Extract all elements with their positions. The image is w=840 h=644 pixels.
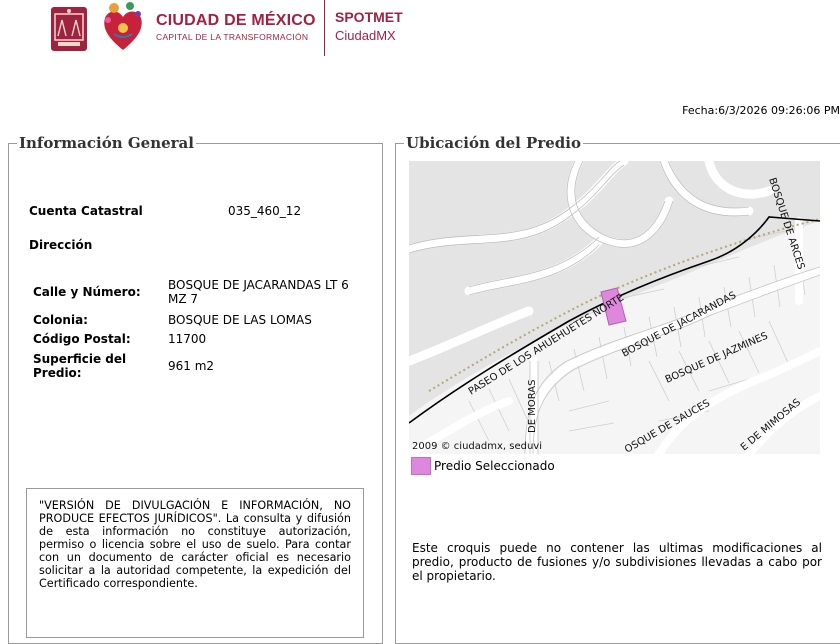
cp-label: Código Postal: <box>33 332 131 346</box>
report-date: Fecha:6/3/2026 09:26:06 PM <box>682 104 840 117</box>
map-canvas: BOSQUE DE ARCES PASEO DE LOS AHUEHUETES … <box>409 161 820 454</box>
street-moras: DE MORAS <box>527 380 538 433</box>
cdmx-seal-icon <box>51 7 87 51</box>
disclaimer-box: "VERSIÓN DE DIVULGACIÓN E INFORMACIÓN, N… <box>26 488 364 638</box>
superficie-label: Superficie del Predio: <box>33 352 127 380</box>
cp-value: 11700 <box>168 332 207 346</box>
colonia-value: BOSQUE DE LAS LOMAS <box>168 313 312 327</box>
croquis-note: Este croquis puede no contener las ultim… <box>412 541 822 583</box>
app-name: SPOTMET <box>335 9 403 25</box>
direccion-label: Dirección <box>29 238 93 252</box>
superficie-value: 961 m2 <box>168 359 215 373</box>
map-credit: 2009 © ciudadmx, seduvi <box>412 441 542 452</box>
cuenta-value: 035_460_12 <box>228 204 302 218</box>
brand-subtitle: CAPITAL DE LA TRANSFORMACIÓN <box>156 32 309 42</box>
location-map[interactable]: BOSQUE DE ARCES PASEO DE LOS AHUEHUETES … <box>409 161 820 454</box>
app-subname: CiudadMX <box>335 28 396 43</box>
colonia-label: Colonia: <box>33 313 88 327</box>
calle-label: Calle y Número: <box>33 285 141 299</box>
info-general-legend: Información General <box>19 134 194 152</box>
site-header: CIUDAD DE MÉXICO CAPITAL DE LA TRANSFORM… <box>48 0 448 58</box>
disclaimer-text: "VERSIÓN DE DIVULGACIÓN E INFORMACIÓN, N… <box>39 499 351 590</box>
ubicacion-legend: Ubicación del Predio <box>406 134 581 152</box>
brand-title: CIUDAD DE MÉXICO <box>156 12 316 29</box>
legend-swatch <box>411 457 431 475</box>
cuenta-label: Cuenta Catastral <box>29 204 143 218</box>
calle-value: BOSQUE DE JACARANDAS LT 6 MZ 7 <box>168 278 349 306</box>
heart-logo-icon <box>104 2 142 50</box>
header-divider <box>324 0 325 56</box>
legend-label: Predio Seleccionado <box>434 459 555 473</box>
